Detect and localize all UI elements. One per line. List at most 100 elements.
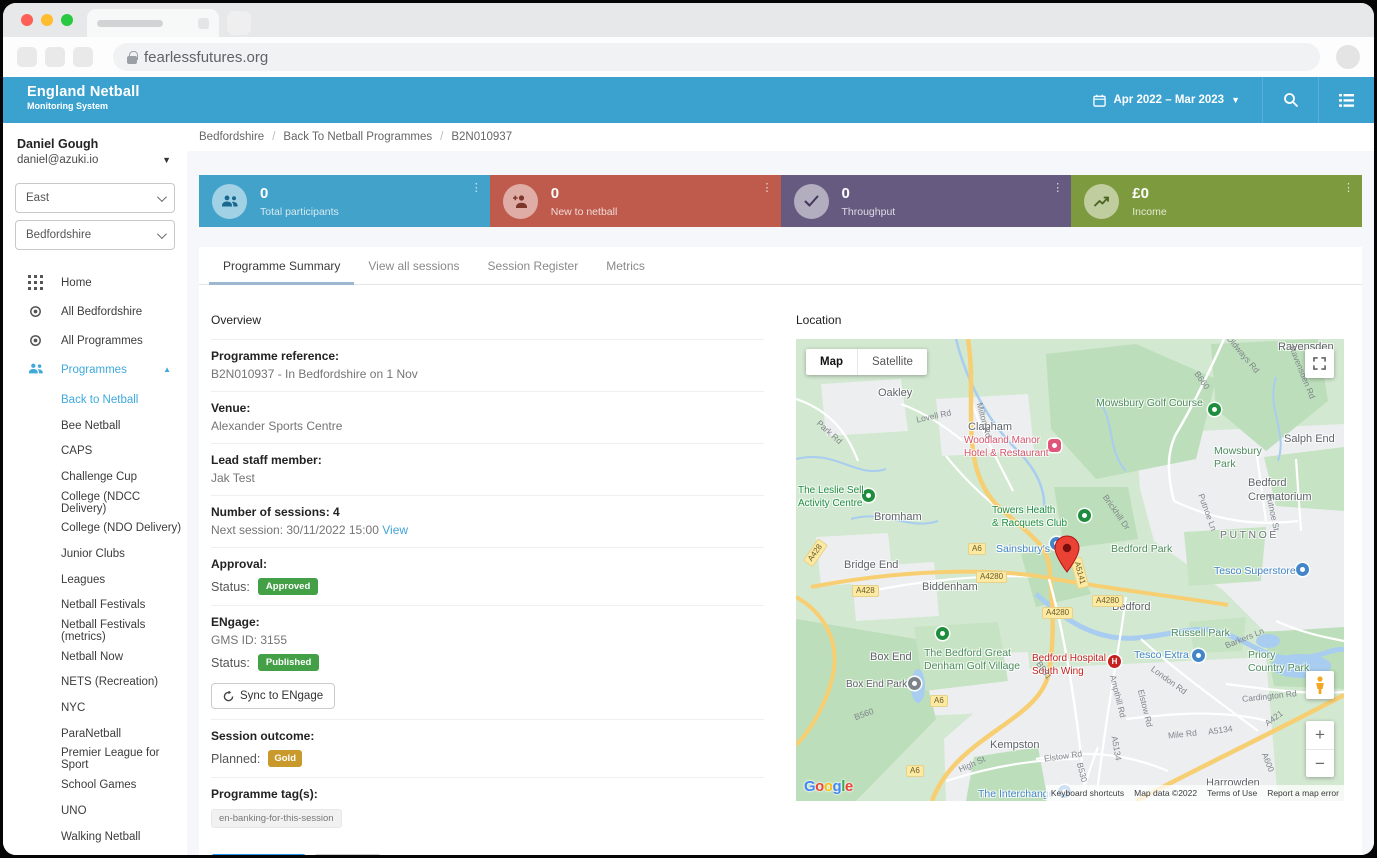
pegman-control[interactable] <box>1306 671 1334 699</box>
google-map[interactable]: RavensdenOakleyClaphamMowsbury Golf Cour… <box>796 339 1344 801</box>
google-logo: Google <box>804 778 853 795</box>
kebab-menu-icon[interactable]: ⋮ <box>471 181 482 194</box>
sidebar-programme-item[interactable]: College (NDCC Delivery) <box>3 490 187 516</box>
close-window-button[interactable] <box>21 14 33 26</box>
sidebar-programme-item[interactable]: Bee Netball <box>3 413 187 439</box>
sidebar-item-all-programmes[interactable]: All Programmes <box>3 326 187 355</box>
map-label: A6 <box>930 695 948 707</box>
zoom-out-button[interactable]: − <box>1306 749 1334 777</box>
breadcrumb-item[interactable]: Back To Netball Programmes <box>275 131 440 143</box>
sidebar-programme-item[interactable]: Walking Netball <box>3 824 187 850</box>
target-icon <box>28 333 44 349</box>
map-attribution-item[interactable]: Terms of Use <box>1202 785 1262 801</box>
tab[interactable]: Metrics <box>592 247 659 284</box>
sidebar-programme-item[interactable]: Netball Now <box>3 644 187 670</box>
user-menu-caret-icon[interactable]: ▼ <box>162 155 171 165</box>
tab[interactable]: Session Register <box>474 247 593 284</box>
page-scroll-area[interactable]: 0 Total participants ⋮ 0 New to netball … <box>187 151 1374 855</box>
map-poi-marker: H <box>1108 655 1121 668</box>
field-sessions: Number of sessions: 4 Next session: 30/1… <box>211 495 764 547</box>
field-session-outcome: Session outcome: Planned:Gold <box>211 719 764 777</box>
sidebar-programme-item[interactable]: Netball Festivals (metrics) <box>3 618 187 644</box>
sidebar-programme-item[interactable]: ParaNetball <box>3 721 187 747</box>
map-poi-marker <box>908 677 921 690</box>
people-icon <box>212 184 247 219</box>
fullscreen-button[interactable] <box>1305 349 1334 378</box>
kebab-menu-icon[interactable]: ⋮ <box>762 181 773 194</box>
sidebar-programme-item[interactable]: NETS (Recreation) <box>3 670 187 696</box>
sidebar-programme-item[interactable]: NYC <box>3 695 187 721</box>
map-label: Tesco Extra <box>1134 649 1189 662</box>
sidebar-item-label: All Bedfordshire <box>61 306 142 318</box>
back-button[interactable] <box>17 47 37 67</box>
date-range-selector[interactable]: Apr 2022 – Mar 2023 ▼ <box>1071 77 1262 123</box>
forward-button[interactable] <box>45 47 65 67</box>
stat-card-income: £0 Income ⋮ <box>1071 175 1362 227</box>
tab-close-button[interactable] <box>198 18 209 29</box>
new-tab-button[interactable] <box>227 11 251 35</box>
map-attribution-item[interactable]: Map data ©2022 <box>1129 785 1202 801</box>
map-view-button[interactable]: Map <box>806 349 857 375</box>
sidebar-item-programmes[interactable]: Programmes ▲ <box>3 355 187 384</box>
sync-to-engage-button[interactable]: Sync to ENgage <box>211 683 335 709</box>
address-bar[interactable]: fearlessfutures.org <box>113 43 1320 71</box>
status-label: Status: <box>211 656 250 670</box>
sidebar-programme-item[interactable]: Netball Festivals <box>3 593 187 619</box>
tab-label: Session Register <box>488 259 579 273</box>
view-session-link[interactable]: View <box>382 523 408 537</box>
sidebar-programme-item[interactable]: Back to Netball <box>3 387 187 413</box>
satellite-view-button[interactable]: Satellite <box>857 349 927 375</box>
breadcrumb-item[interactable]: B2N010937 <box>443 131 520 143</box>
kebab-menu-icon[interactable]: ⋮ <box>1052 181 1063 194</box>
zoom-in-button[interactable]: + <box>1306 721 1334 749</box>
map-label: Bromham <box>874 511 922 525</box>
map-label: Sainsbury's <box>996 543 1050 556</box>
map-attribution-item[interactable]: Keyboard shortcuts <box>1046 785 1129 801</box>
date-range-text: Apr 2022 – Mar 2023 <box>1113 94 1224 106</box>
sidebar-item-all-bedfordshire[interactable]: All Bedfordshire <box>3 297 187 326</box>
sidebar-programme-item[interactable]: Leagues <box>3 567 187 593</box>
sidebar-programme-item[interactable]: College (NDO Delivery) <box>3 515 187 541</box>
list-view-button[interactable] <box>1318 77 1374 123</box>
tab-label: Metrics <box>606 259 645 273</box>
browser-tab[interactable] <box>87 9 219 37</box>
sidebar-programme-item[interactable]: School Games <box>3 772 187 798</box>
map-label: Box End <box>870 651 912 665</box>
field-label: Approval: <box>211 557 764 571</box>
check-icon <box>794 184 829 219</box>
sidebar-nav: Home All Bedfordshire All Programmes Pro… <box>3 268 187 849</box>
sidebar: Daniel Gough daniel@azuki.io ▼ East Bedf… <box>3 123 187 855</box>
edit-details-button[interactable]: Edit Details <box>211 854 306 855</box>
field-approval: Approval: Status:Approved <box>211 547 764 605</box>
map-label: The Bedford Great Denham Golf Village <box>924 647 1020 673</box>
tab[interactable]: Programme Summary <box>209 247 354 284</box>
browser-profile-avatar[interactable] <box>1336 45 1360 69</box>
tab[interactable]: View all sessions <box>354 247 473 284</box>
sidebar-item-label: All Programmes <box>61 335 143 347</box>
sidebar-programme-item[interactable]: CAPS <box>3 438 187 464</box>
sidebar-programme-item[interactable]: Challenge Cup <box>3 464 187 490</box>
sidebar-programme-item[interactable]: Junior Clubs <box>3 541 187 567</box>
map-attribution-item[interactable]: Report a map error <box>1262 785 1344 801</box>
search-button[interactable] <box>1262 77 1318 123</box>
region-select[interactable]: East <box>15 183 175 213</box>
metrics-button[interactable]: Metrics <box>314 854 381 855</box>
kebab-menu-icon[interactable]: ⋮ <box>1343 181 1354 194</box>
reload-button[interactable] <box>73 47 93 67</box>
map-poi-marker <box>1078 509 1091 522</box>
field-label: Programme tag(s): <box>211 787 764 801</box>
breadcrumb-item[interactable]: Bedfordshire <box>191 131 272 143</box>
area-select-value: Bedfordshire <box>26 229 91 241</box>
map-label: A4280 <box>976 571 1007 583</box>
people-icon <box>28 362 44 378</box>
map-attribution: Keyboard shortcutsMap data ©2022Terms of… <box>1046 785 1344 801</box>
maximize-window-button[interactable] <box>61 14 73 26</box>
sidebar-programme-item[interactable]: Premier League for Sport <box>3 747 187 773</box>
user-block[interactable]: Daniel Gough daniel@azuki.io ▼ <box>3 123 187 176</box>
sidebar-item-home[interactable]: Home <box>3 268 187 297</box>
map-label: Oakley <box>878 387 912 401</box>
tab-label: Programme Summary <box>223 259 340 273</box>
area-select[interactable]: Bedfordshire <box>15 220 175 250</box>
sidebar-programme-item[interactable]: UNO <box>3 798 187 824</box>
minimize-window-button[interactable] <box>41 14 53 26</box>
